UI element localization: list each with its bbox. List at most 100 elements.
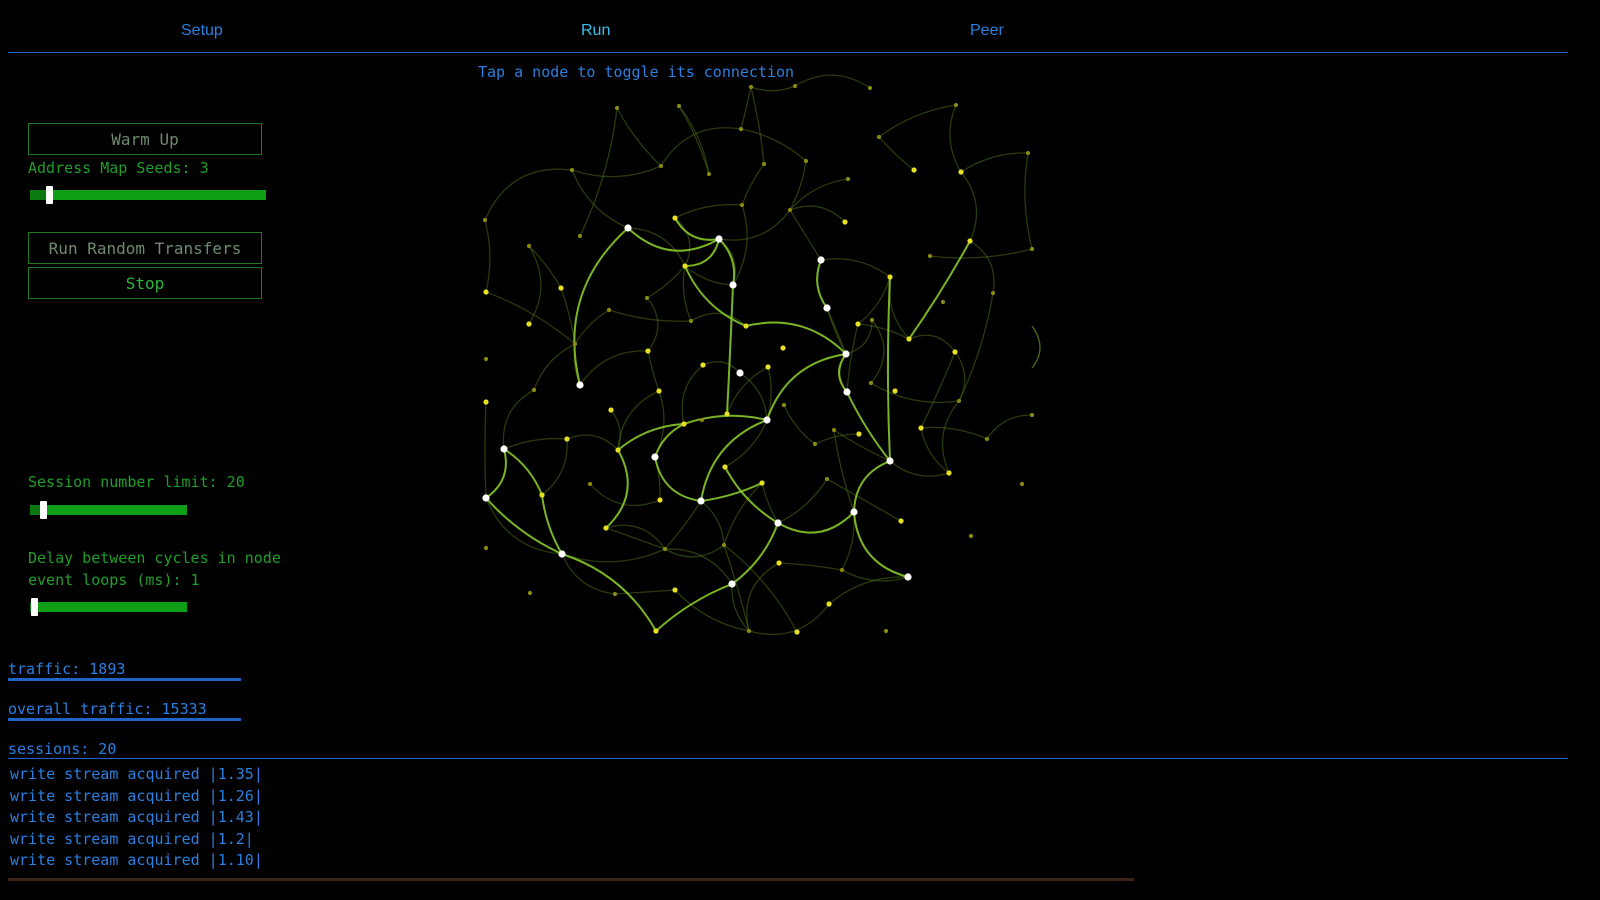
graph-node[interactable] [724,411,730,417]
graph-node[interactable] [700,362,706,368]
graph-node[interactable] [558,550,566,558]
graph-node[interactable] [887,274,893,280]
graph-node[interactable] [867,85,873,91]
graph-node[interactable] [608,407,614,413]
graph-node[interactable] [1019,481,1025,487]
graph-node[interactable] [850,508,858,516]
graph-node[interactable] [564,436,570,442]
graph-node[interactable] [761,161,767,167]
graph-node[interactable] [736,369,744,377]
graph-node[interactable] [728,580,736,588]
graph-node[interactable] [483,356,489,362]
graph-node[interactable] [868,380,874,386]
graph-node[interactable] [817,256,825,264]
graph-node[interactable] [794,629,800,635]
graph-node[interactable] [781,402,787,408]
graph-node[interactable] [952,349,958,355]
graph-node[interactable] [482,494,490,502]
graph-node[interactable] [615,447,621,453]
graph-node[interactable] [657,497,663,503]
graph-node[interactable] [946,470,952,476]
slider-knob[interactable] [31,598,38,616]
graph-node[interactable] [892,388,898,394]
graph-node[interactable] [911,167,917,173]
graph-node[interactable] [662,546,668,552]
graph-node[interactable] [792,83,798,89]
graph-node[interactable] [539,492,545,498]
graph-node[interactable] [603,525,609,531]
graph-node[interactable] [576,381,584,389]
graph-node[interactable] [672,215,678,221]
graph-node[interactable] [898,518,904,524]
graph-node[interactable] [940,299,946,305]
graph-node[interactable] [569,167,575,173]
graph-node[interactable] [780,345,786,351]
graph-node[interactable] [1029,246,1035,252]
graph-node[interactable] [927,253,933,259]
graph-node[interactable] [645,348,651,354]
graph-node[interactable] [812,441,818,447]
graph-node[interactable] [606,307,612,313]
event-log[interactable]: write stream acquired |1.35| write strea… [8,758,1568,882]
graph-node[interactable] [906,336,912,342]
graph-node[interactable] [774,519,782,527]
graph-node[interactable] [1029,412,1035,418]
graph-node[interactable] [676,103,682,109]
graph-node[interactable] [842,219,848,225]
graph-node[interactable] [531,387,537,393]
graph-node[interactable] [483,545,489,551]
graph-node[interactable] [953,102,959,108]
run-random-transfers-button[interactable]: Run Random Transfers [28,232,262,264]
graph-node[interactable] [1025,150,1031,156]
graph-node[interactable] [776,560,782,566]
session-limit-slider[interactable] [30,501,187,519]
graph-node[interactable] [682,263,688,269]
graph-node[interactable] [526,321,532,327]
slider-knob[interactable] [40,501,47,519]
graph-node[interactable] [722,464,728,470]
graph-node[interactable] [759,480,765,486]
graph-node[interactable] [483,289,489,295]
stop-button[interactable]: Stop [28,267,262,299]
graph-node[interactable] [644,295,650,301]
graph-node[interactable] [624,224,632,232]
graph-node[interactable] [823,304,831,312]
graph-node[interactable] [843,388,851,396]
graph-node[interactable] [748,84,754,90]
graph-node[interactable] [681,421,687,427]
graph-node[interactable] [653,628,659,634]
graph-node[interactable] [845,176,851,182]
graph-node[interactable] [721,542,727,548]
graph-node[interactable] [526,243,532,249]
graph-node[interactable] [697,497,705,505]
graph-node[interactable] [839,567,845,573]
delay-slider[interactable] [30,598,187,616]
graph-node[interactable] [904,573,912,581]
graph-node[interactable] [876,134,882,140]
graph-node[interactable] [967,238,973,244]
graph-node[interactable] [968,533,974,539]
graph-node[interactable] [855,321,861,327]
graph-node[interactable] [572,341,578,347]
graph-node[interactable] [612,591,618,597]
graph-node[interactable] [763,416,771,424]
graph-node[interactable] [918,425,924,431]
graph-node[interactable] [738,126,744,132]
graph-node[interactable] [956,398,962,404]
graph-node[interactable] [743,323,749,329]
graph-node[interactable] [577,233,583,239]
graph-node[interactable] [746,628,752,634]
graph-node[interactable] [587,481,593,487]
graph-node[interactable] [658,163,664,169]
graph-node[interactable] [883,628,889,634]
graph-node[interactable] [831,427,837,433]
warm-up-button[interactable]: Warm Up [28,123,262,155]
graph-node[interactable] [729,281,737,289]
graph-node[interactable] [500,445,508,453]
graph-node[interactable] [856,431,862,437]
graph-node[interactable] [558,285,564,291]
graph-node[interactable] [803,158,809,164]
graph-node[interactable] [482,217,488,223]
graph-node[interactable] [765,364,771,370]
graph-node[interactable] [984,436,990,442]
